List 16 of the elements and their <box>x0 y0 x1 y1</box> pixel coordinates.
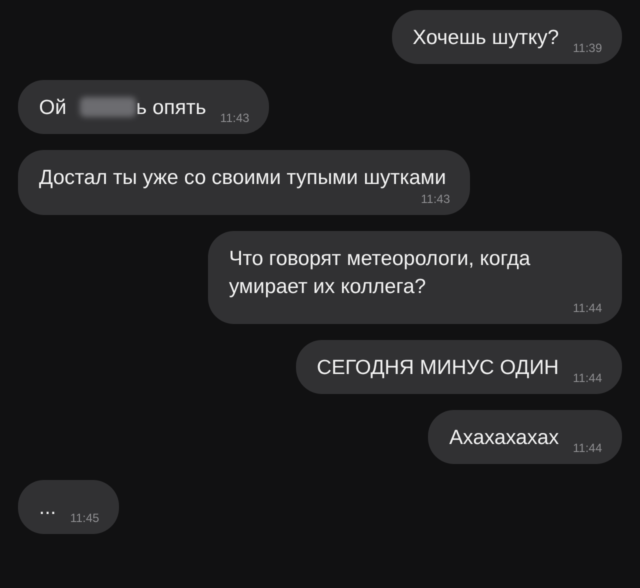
message-text: Ой <box>39 96 66 119</box>
message-time: 11:43 <box>219 111 250 125</box>
message-time: 11:44 <box>572 301 602 315</box>
message-time: 11:39 <box>572 41 602 55</box>
message-text: ь опять <box>136 96 206 119</box>
message-text: Что говорят метеорологи, когда умирает их коллега? <box>229 247 530 298</box>
message-time: 11:44 <box>572 441 602 455</box>
message-text: Ахахахахах <box>449 426 559 449</box>
redaction-blur <box>80 97 136 117</box>
message-time: 11:45 <box>69 511 100 525</box>
message-time: 11:43 <box>420 192 450 206</box>
message-text: СЕГОДНЯ МИНУС ОДИН <box>316 356 559 379</box>
message-text: ... <box>39 496 56 519</box>
message-text: Достал ты уже со своими тупыми шутками <box>39 166 446 189</box>
message-time: 11:44 <box>572 371 602 385</box>
message-text: Хочешь шутку? <box>412 26 559 49</box>
